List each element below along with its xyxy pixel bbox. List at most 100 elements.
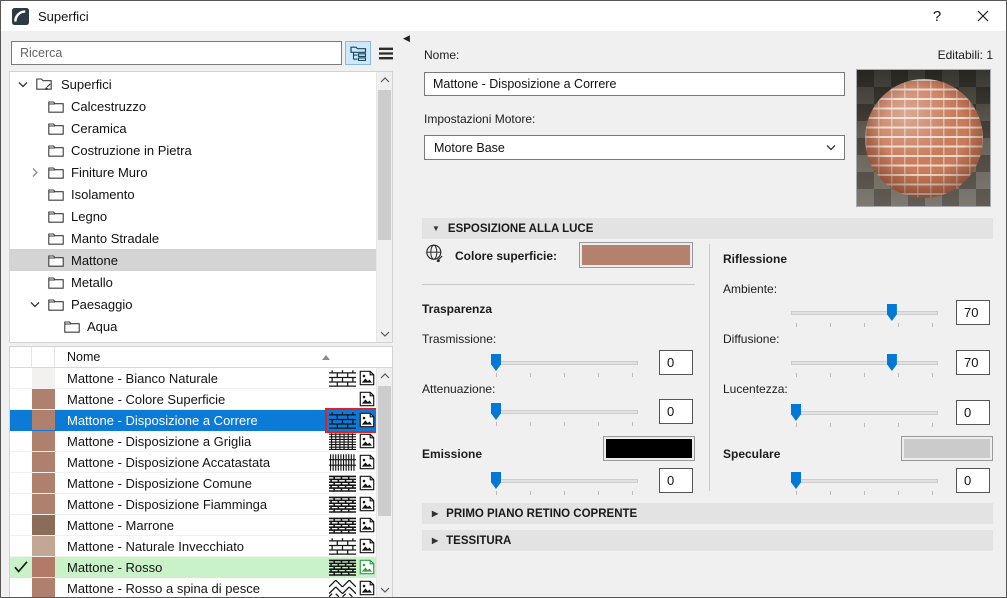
- tree-item-paesaggio[interactable]: Paesaggio: [10, 293, 376, 315]
- section-esposizione-alla-luce[interactable]: ▼ ESPOSIZIONE ALLA LUCE: [422, 218, 993, 239]
- slider-track[interactable]: [491, 479, 638, 483]
- tree-item-costruzione-in-pietra[interactable]: Costruzione in Pietra: [10, 139, 376, 161]
- trasmissione-slider[interactable]: [491, 353, 638, 378]
- slider-track[interactable]: [791, 479, 938, 483]
- surface-row[interactable]: Mattone - Disposizione a Griglia: [10, 431, 392, 452]
- lucentezza-value-input[interactable]: [956, 400, 990, 425]
- slider-thumb[interactable]: [791, 472, 801, 489]
- lucentezza-slider[interactable]: [791, 403, 938, 428]
- slider-thumb[interactable]: [491, 403, 501, 420]
- surface-row[interactable]: Mattone - Rosso a spina di pesce: [10, 578, 392, 597]
- section-title: ESPOSIZIONE ALLA LUCE: [447, 222, 594, 235]
- material-preview[interactable]: [856, 69, 991, 207]
- slider-thumb[interactable]: [491, 472, 501, 489]
- tree-item-metallo[interactable]: Metallo: [10, 271, 376, 293]
- list-scrollbar[interactable]: [376, 368, 392, 598]
- search-input[interactable]: [11, 41, 342, 65]
- slider-ticks: [796, 423, 933, 427]
- slider-track[interactable]: [491, 410, 638, 414]
- attenuazione-slider[interactable]: [491, 402, 638, 427]
- diffusione-slider[interactable]: [791, 353, 938, 378]
- tree-item-isolamento[interactable]: Isolamento: [10, 183, 376, 205]
- slider-track[interactable]: [791, 311, 938, 315]
- scrollbar-thumb[interactable]: [378, 90, 391, 240]
- tree-scrollbar[interactable]: [376, 72, 392, 342]
- folder-icon: [48, 210, 64, 223]
- surface-name: Mattone - Disposizione Fiamminga: [67, 496, 268, 512]
- surface-row[interactable]: Mattone - Colore Superficie: [10, 389, 392, 410]
- surface-row[interactable]: Mattone - Marrone: [10, 515, 392, 536]
- tree-item-ceramica[interactable]: Ceramica: [10, 117, 376, 139]
- slider-thumb[interactable]: [886, 354, 897, 371]
- chevron-down-icon[interactable]: [30, 300, 48, 309]
- surface-color-chip: [32, 557, 55, 577]
- surface-color-chip: [32, 452, 55, 472]
- surface-color-chip: [32, 473, 55, 493]
- section-primo-piano-retino[interactable]: ▶ PRIMO PIANO RETINO COPRENTE: [422, 503, 993, 524]
- slider-track[interactable]: [791, 361, 938, 365]
- tree-item-label: Superfici: [61, 76, 112, 92]
- specular-color-swatch[interactable]: [901, 436, 993, 461]
- speculare-value-input[interactable]: [956, 468, 990, 493]
- surface-list: Nome Mattone - Bianco Naturale Mattone -…: [9, 346, 393, 598]
- tree-item-mattone[interactable]: Mattone: [10, 249, 376, 271]
- surface-row-active[interactable]: Mattone - Rosso: [10, 557, 392, 578]
- speculare-slider[interactable]: [791, 471, 938, 496]
- tree-item-calcestruzzo[interactable]: Calcestruzzo: [10, 95, 376, 117]
- surface-row-selected[interactable]: Mattone - Disposizione a Correre: [10, 408, 392, 433]
- surface-name: Mattone - Bianco Naturale: [67, 370, 219, 386]
- tree-item-legno[interactable]: Legno: [10, 205, 376, 227]
- emission-color-swatch[interactable]: [603, 436, 695, 461]
- lucentezza-label: Lucentezza:: [723, 382, 788, 396]
- texture-icon: [359, 433, 375, 449]
- surface-name: Mattone - Marrone: [67, 517, 174, 533]
- slider-track[interactable]: [491, 361, 638, 365]
- engine-select[interactable]: Motore Base: [424, 135, 845, 160]
- surface-row[interactable]: Mattone - Bianco Naturale: [10, 368, 392, 389]
- ambiente-value-input[interactable]: [956, 300, 990, 325]
- attenuazione-value-input[interactable]: [659, 399, 693, 424]
- surface-name-input[interactable]: [424, 72, 845, 96]
- emissione-slider[interactable]: [491, 471, 638, 496]
- scroll-up-icon[interactable]: [377, 72, 392, 88]
- slider-track[interactable]: [791, 411, 938, 415]
- close-button[interactable]: [966, 1, 1000, 31]
- tree-view-toggle-button[interactable]: [345, 41, 371, 65]
- help-button[interactable]: ?: [920, 1, 954, 31]
- scroll-down-icon[interactable]: [377, 582, 392, 598]
- tree-item-manto-stradale[interactable]: Manto Stradale: [10, 227, 376, 249]
- tree-item-aqua[interactable]: Aqua: [10, 315, 376, 337]
- emissione-value-input[interactable]: [659, 468, 693, 493]
- surface-name: Mattone - Disposizione a Correre: [67, 412, 258, 428]
- scroll-up-icon[interactable]: [377, 368, 392, 384]
- surface-row[interactable]: Mattone - Disposizione Accatastata: [10, 452, 392, 473]
- list-view-toggle-button[interactable]: [373, 41, 399, 65]
- tree-item-finiture-muro[interactable]: Finiture Muro: [10, 161, 376, 183]
- tree-item-superfici[interactable]: Superfici: [10, 73, 376, 95]
- scrollbar-thumb[interactable]: [378, 386, 391, 516]
- folder-icon: [48, 122, 64, 135]
- scroll-down-icon[interactable]: [377, 326, 392, 342]
- ambiente-slider[interactable]: [791, 303, 938, 328]
- surface-color-swatch[interactable]: [579, 242, 693, 268]
- collapse-left-panel-button[interactable]: ◀: [403, 33, 410, 44]
- trasmissione-value-input[interactable]: [659, 350, 693, 375]
- surface-row[interactable]: Mattone - Disposizione Fiamminga: [10, 494, 392, 515]
- chevron-right-icon[interactable]: [30, 168, 48, 177]
- tree-item-label: Mattone: [71, 252, 118, 268]
- texture-icon: [359, 517, 375, 533]
- chevron-down-icon[interactable]: [18, 80, 36, 89]
- name-column-header[interactable]: Nome: [55, 350, 100, 364]
- check-column-header: [10, 347, 32, 367]
- left-panel: Superfici Calcestruzzo Ceramica Costruzi…: [1, 31, 399, 598]
- slider-thumb[interactable]: [491, 354, 501, 371]
- slider-thumb[interactable]: [791, 404, 801, 421]
- diffusione-value-input[interactable]: [956, 350, 990, 375]
- surface-row[interactable]: Mattone - Naturale Invecchiato: [10, 536, 392, 557]
- list-header[interactable]: Nome: [10, 347, 392, 368]
- slider-ticks: [796, 323, 933, 327]
- surface-row[interactable]: Mattone - Disposizione Comune: [10, 473, 392, 494]
- slider-thumb[interactable]: [886, 304, 897, 321]
- fill-pattern-icon: [329, 412, 356, 429]
- section-tessitura[interactable]: ▶ TESSITURA: [422, 530, 993, 551]
